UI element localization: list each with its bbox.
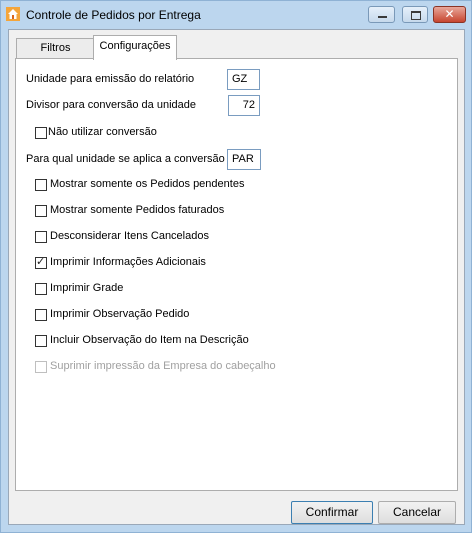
- option-checkbox[interactable]: [35, 205, 47, 217]
- tab-filtros[interactable]: Filtros: [16, 38, 95, 59]
- dialog-window: Controle de Pedidos por Entrega ✕ Filtro…: [0, 0, 472, 533]
- minimize-button[interactable]: [368, 6, 395, 23]
- option-checkbox[interactable]: ✓: [35, 255, 47, 269]
- maximize-button[interactable]: [402, 6, 428, 23]
- option-label: Desconsiderar Itens Cancelados: [50, 230, 209, 242]
- option-checkbox-disabled: [35, 361, 47, 373]
- title-bar[interactable]: Controle de Pedidos por Entrega ✕: [1, 1, 471, 29]
- option-label: Incluir Observação do Item na Descrição: [50, 334, 249, 346]
- window-title: Controle de Pedidos por Entrega: [26, 8, 201, 22]
- close-button[interactable]: ✕: [433, 6, 466, 23]
- close-icon: ✕: [444, 7, 455, 21]
- option-checkbox[interactable]: [35, 231, 47, 243]
- option-label: Imprimir Grade: [50, 282, 124, 294]
- divisor-input[interactable]: 72: [228, 95, 260, 116]
- option-label-disabled: Suprimir impressão da Empresa do cabeçal…: [50, 360, 276, 372]
- nao-utilizar-checkbox[interactable]: [35, 127, 47, 139]
- divisor-label: Divisor para conversão da unidade: [26, 99, 196, 111]
- option-checkbox[interactable]: [35, 179, 47, 191]
- option-label: Imprimir Observação Pedido: [50, 308, 190, 320]
- para-qual-label: Para qual unidade se aplica a conversão: [26, 153, 225, 165]
- option-checkbox[interactable]: [35, 335, 47, 347]
- maximize-icon: [411, 11, 421, 20]
- option-checkbox[interactable]: [35, 283, 47, 295]
- option-checkbox[interactable]: [35, 309, 47, 321]
- dialog-body: Filtros Configurações Unidade para emiss…: [8, 29, 465, 525]
- para-qual-input[interactable]: PAR: [227, 149, 261, 170]
- tab-configuracoes[interactable]: Configurações: [93, 35, 177, 60]
- config-panel: Unidade para emissão do relatório GZ Div…: [15, 58, 458, 491]
- option-label: Mostrar somente Pedidos faturados: [50, 204, 225, 216]
- nao-utilizar-label: Não utilizar conversão: [48, 126, 157, 138]
- unidade-input[interactable]: GZ: [227, 69, 260, 90]
- option-label: Imprimir Informações Adicionais: [50, 256, 206, 268]
- confirm-button[interactable]: Confirmar: [291, 501, 373, 524]
- house-icon: [6, 7, 20, 21]
- option-label: Mostrar somente os Pedidos pendentes: [50, 178, 245, 190]
- unidade-label: Unidade para emissão do relatório: [26, 73, 195, 85]
- cancel-button[interactable]: Cancelar: [378, 501, 456, 524]
- minimize-icon: [378, 16, 387, 18]
- checkmark-icon: ✓: [36, 255, 46, 268]
